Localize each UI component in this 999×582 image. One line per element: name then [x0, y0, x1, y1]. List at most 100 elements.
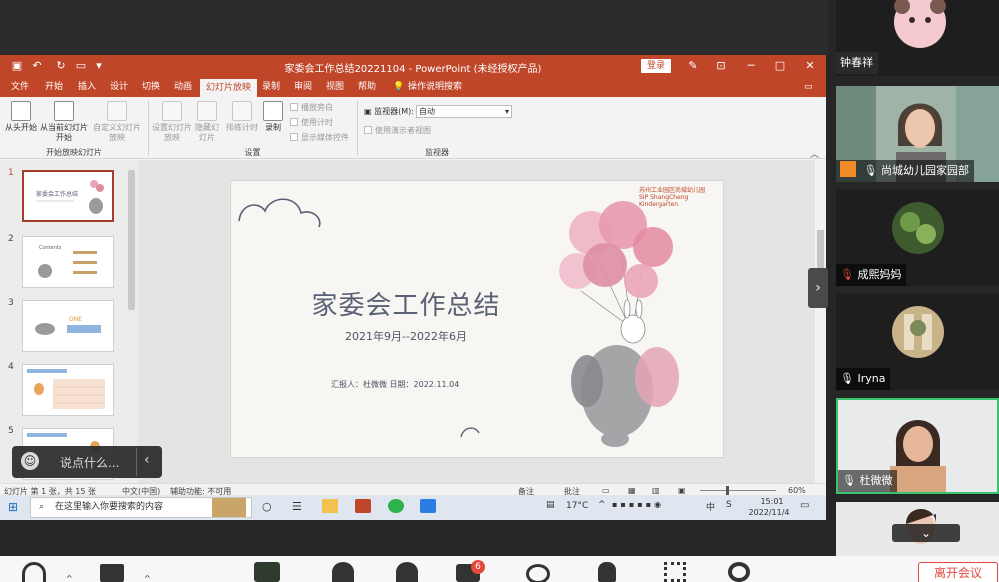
scroll-thumb[interactable] [817, 230, 824, 270]
window-title: 家委会工作总结20221104 - PowerPoint (未经授权产品) [284, 64, 542, 75]
leave-meeting-button[interactable]: 离开会议 [918, 562, 998, 582]
thumbnail-1-preview: 家委会工作总结 [36, 180, 104, 214]
ime-logo-icon[interactable]: S [726, 500, 732, 510]
ribbon-display-icon[interactable]: ⊡ [714, 59, 728, 73]
chat-input-pill[interactable]: ☺ 说点什么... ‹ [12, 446, 162, 478]
tab-transitions[interactable]: 切换 [142, 81, 160, 97]
custom-show-icon [107, 101, 127, 121]
emoji-icon[interactable]: ☺ [21, 452, 39, 470]
custom-show-button[interactable]: 自定义幻灯片放映 [92, 101, 142, 143]
chk-narration[interactable]: 播放旁白 [290, 102, 333, 113]
login-button[interactable]: 登录 [641, 59, 671, 73]
thumbnail-slide-3[interactable]: ONE [22, 300, 114, 352]
share-screen-icon[interactable] [254, 562, 280, 582]
participant-name: 钟春祥 [836, 52, 878, 74]
participant-tile[interactable]: 钟春祥 [836, 0, 999, 76]
raise-hand-icon[interactable] [598, 562, 616, 582]
meeting-app-icon[interactable] [420, 499, 436, 513]
panel-toggle-button[interactable]: › [808, 268, 828, 308]
tab-file[interactable]: 文件 [11, 81, 29, 97]
tab-insert[interactable]: 插入 [78, 81, 96, 97]
collapse-chat-icon[interactable]: ‹ [144, 452, 150, 468]
maximize-icon[interactable]: □ [773, 59, 787, 73]
setup-show-button[interactable]: 设置幻灯片放映 [152, 101, 192, 143]
ime-indicator[interactable]: 中 [706, 500, 715, 513]
slide-scrollbar[interactable] [815, 160, 826, 488]
minimize-icon[interactable]: ─ [744, 59, 758, 73]
tab-review[interactable]: 审阅 [294, 81, 312, 97]
participant-tile[interactable]: 🎙 尚城幼儿园家园部 [836, 86, 999, 182]
thumbnail-scrollbar[interactable] [128, 170, 135, 310]
reading-view-icon[interactable]: ▥ [652, 486, 660, 495]
current-slide[interactable]: 苏州工业园区尚城幼儿园 SIP ShangCheng Kindergarten … [230, 180, 724, 458]
rehearse-icon [232, 101, 252, 121]
tab-home[interactable]: 开始 [45, 81, 63, 97]
windows-start-icon[interactable]: ⊞ [8, 500, 18, 514]
from-current-button[interactable]: 从当前幻灯片开始 [40, 101, 88, 143]
tab-record[interactable]: 录制 [262, 81, 280, 97]
record-icon [263, 101, 283, 121]
record-icon[interactable] [526, 564, 550, 582]
rehearse-button[interactable]: 排练计时 [224, 101, 260, 133]
group-divider [148, 101, 149, 155]
chat-unread-badge: 6 [471, 560, 485, 574]
collapse-ribbon-icon[interactable]: ︿ [810, 147, 819, 160]
headphone-icon[interactable] [22, 562, 46, 582]
tray-chevron-icon[interactable]: ^ [598, 500, 606, 510]
thumbnail-3-preview: ONE [35, 316, 101, 335]
tab-help[interactable]: 帮助 [358, 81, 376, 97]
wechat-icon[interactable] [388, 499, 404, 513]
chk-media-controls[interactable]: 显示媒体控件 [290, 132, 349, 143]
participant-tile[interactable]: ⌄ [836, 502, 999, 556]
tab-design[interactable]: 设计 [110, 81, 128, 97]
monitor-select[interactable]: 自动 ▾ [416, 105, 512, 118]
participant-tile[interactable]: 🎙 成熙妈妈 [836, 190, 999, 286]
thumbnail-slide-4[interactable] [22, 364, 114, 416]
video-chevron-icon[interactable]: ^ [144, 574, 151, 582]
sorter-view-icon[interactable]: ▦ [628, 486, 636, 495]
temperature[interactable]: 17°C [566, 501, 588, 511]
chat-placeholder[interactable]: 说点什么... [60, 454, 119, 471]
chk-timing[interactable]: 使用计时 [290, 117, 333, 128]
slide-date-range: 2021年9月--2022年6月 [345, 330, 467, 343]
pen-icon[interactable]: ✎ [686, 59, 700, 73]
tab-slideshow[interactable]: 幻灯片放映 [200, 79, 258, 97]
comments-icon[interactable]: ▭ [804, 81, 813, 97]
divider [136, 448, 137, 476]
powerpoint-taskbar-icon[interactable] [355, 499, 371, 513]
chk-presenter-view[interactable]: 使用演示者视图 [364, 125, 431, 136]
tell-me-search[interactable]: 操作说明搜索 [408, 81, 462, 97]
participant-tile[interactable]: 🎙 Iryna [836, 294, 999, 390]
clock-date[interactable]: 2022/11/4 [744, 508, 794, 517]
tab-view[interactable]: 视图 [326, 81, 344, 97]
zoom-level[interactable]: 60% [788, 486, 806, 495]
from-start-button[interactable]: 从头开始 [4, 101, 38, 133]
expand-panel-chevron-icon[interactable]: ⌄ [892, 524, 960, 542]
tab-animations[interactable]: 动画 [174, 81, 192, 97]
clock-time[interactable]: 15:01 [752, 497, 792, 506]
avatar [894, 0, 946, 48]
audio-chevron-icon[interactable]: ^ [66, 574, 73, 582]
thumbnail-slide-2[interactable]: Contents [22, 236, 114, 288]
avatar [892, 202, 944, 254]
slideshow-view-icon[interactable]: ▣ [678, 486, 686, 495]
camera-off-icon[interactable] [100, 564, 124, 582]
notification-icon[interactable]: ▭ [800, 500, 809, 511]
file-explorer-icon[interactable] [322, 499, 338, 513]
settings-gear-icon[interactable] [728, 562, 750, 582]
hide-slide-button[interactable]: 隐藏幻灯片 [192, 101, 222, 143]
close-icon[interactable]: ✕ [803, 59, 817, 73]
record-button[interactable]: 录制 [262, 101, 284, 133]
widgets-icon[interactable]: ☰ [292, 500, 302, 513]
windows-taskbar: ⊞ ⌕ 在这里输入你要搜索的内容 ○ ☰ ▤ 17°C ^ ▪▪▪▪▪◉ 中 S… [0, 495, 826, 520]
security-icon[interactable] [332, 562, 354, 582]
apps-icon[interactable] [664, 562, 686, 582]
participant-tile-active-speaker[interactable]: 🎙 杜微微 [836, 398, 999, 494]
zoom-slider[interactable] [700, 490, 776, 491]
task-view-icon[interactable]: ○ [262, 500, 272, 513]
normal-view-icon[interactable]: ▭ [602, 486, 610, 495]
zoom-slider-handle[interactable] [726, 486, 729, 495]
thumbnail-slide-1[interactable]: 家委会工作总结 [22, 170, 114, 222]
tray-icons[interactable]: ▪▪▪▪▪◉ [612, 500, 664, 509]
participants-icon[interactable] [396, 562, 418, 582]
